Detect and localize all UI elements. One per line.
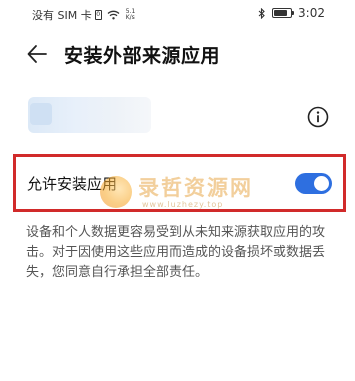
app-icon bbox=[30, 103, 52, 125]
warning-description: 设备和个人数据更容易受到从未知来源获取应用的攻击。对于因使用这些应用而造成的设备… bbox=[26, 225, 326, 280]
allow-install-label: 允许安装应用 bbox=[27, 175, 118, 193]
allow-install-toggle[interactable] bbox=[295, 173, 332, 194]
page-header: 安装外部来源应用 bbox=[0, 36, 355, 72]
back-arrow-icon[interactable] bbox=[26, 43, 48, 65]
speed-unit: K/s bbox=[125, 14, 135, 21]
carrier-label: 没有 SIM 卡 bbox=[32, 9, 92, 22]
status-time: 3:02 bbox=[298, 6, 325, 20]
app-info-row bbox=[0, 96, 355, 136]
page-title: 安装外部来源应用 bbox=[64, 45, 221, 67]
status-bar: 没有 SIM 卡 0 5.1 K/s 3:02 bbox=[0, 0, 355, 26]
sim-icon: 0 bbox=[94, 10, 102, 20]
network-speed: 5.1 K/s bbox=[126, 9, 136, 21]
info-icon[interactable] bbox=[307, 106, 329, 128]
blurred-app-info bbox=[28, 97, 151, 133]
bluetooth-icon bbox=[258, 7, 265, 19]
allow-install-setting[interactable]: 允许安装应用 bbox=[13, 154, 346, 212]
toggle-knob bbox=[314, 176, 329, 191]
status-left: 没有 SIM 卡 0 5.1 K/s bbox=[32, 7, 135, 23]
wifi-icon bbox=[107, 10, 120, 20]
battery-icon bbox=[272, 8, 295, 18]
status-right: 3:02 bbox=[258, 6, 325, 20]
battery-fill bbox=[274, 10, 288, 16]
